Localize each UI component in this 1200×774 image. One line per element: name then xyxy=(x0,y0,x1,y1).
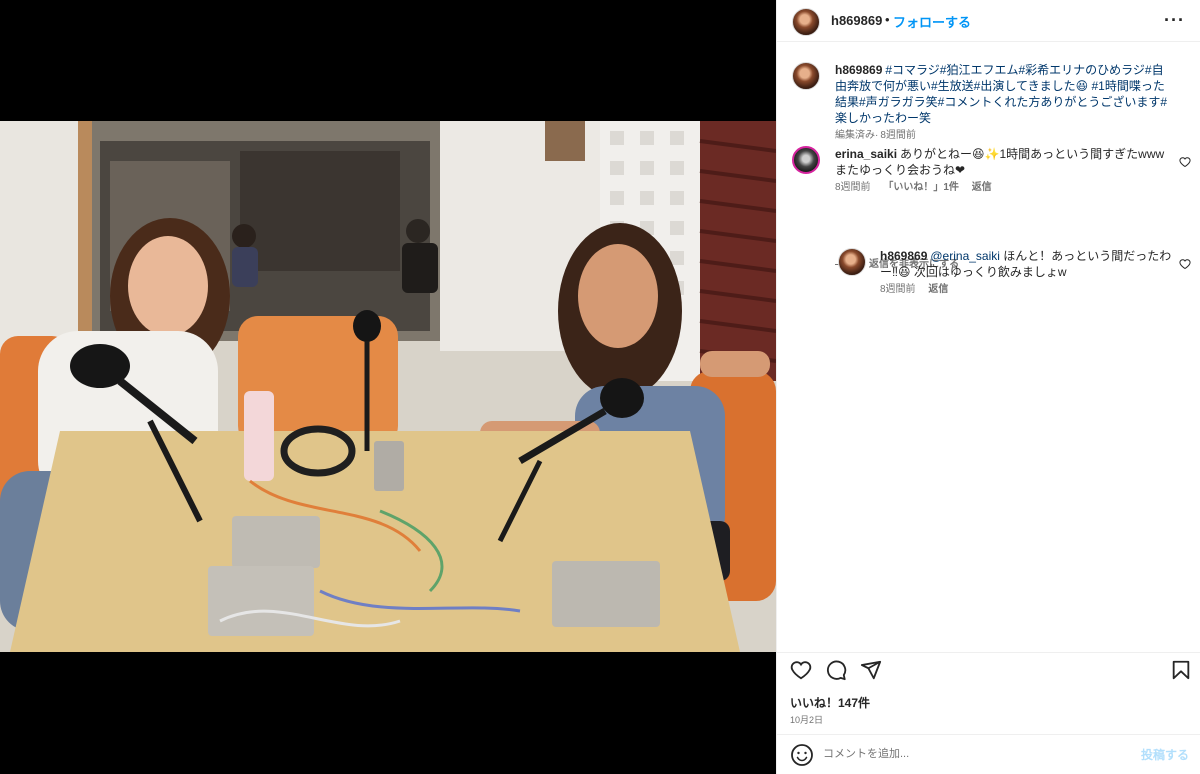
comments-list[interactable]: h869869 #コマラジ#狛江エフエム#彩希エリナのひめラジ#自由奔放で何が悪い… xyxy=(777,42,1200,642)
comment-like-heart-icon[interactable] xyxy=(1179,156,1191,168)
comment-body: erina_saiki ありがとねー😆✨1時間あっという間すぎたwwwまたゆっくり… xyxy=(835,146,1173,194)
comment-bubble-icon[interactable] xyxy=(825,659,847,681)
author-avatar[interactable] xyxy=(792,8,820,36)
caption-sep: · xyxy=(875,130,879,141)
comment-reply-button[interactable]: 返信 xyxy=(972,182,992,193)
caption-avatar[interactable] xyxy=(792,62,820,90)
reply-avatar[interactable] xyxy=(838,248,866,276)
comment-composer: 投稿する xyxy=(777,734,1200,774)
commenter-avatar[interactable] xyxy=(792,146,820,174)
reply-username[interactable]: h869869 xyxy=(880,249,927,263)
paper-plane-icon[interactable] xyxy=(860,659,882,681)
edited-label: 編集済み xyxy=(835,130,875,141)
post-photo[interactable] xyxy=(0,121,776,652)
instagram-post-modal: h869869 • フォローする ··· h869869 #コマラジ#狛江エフエム… xyxy=(0,0,1200,774)
radio-studio-photo xyxy=(0,121,776,652)
reply-body: h869869 @erina_saiki ほんと！あっという間だったわー‼😆 次回… xyxy=(880,248,1173,296)
post-side-panel: h869869 • フォローする ··· h869869 #コマラジ#狛江エフエム… xyxy=(776,0,1200,774)
comment-likes[interactable]: 「いいね！」1件 xyxy=(883,182,959,193)
caption-meta: 編集済み· 8週間前 xyxy=(835,130,1173,142)
caption-text[interactable]: #コマラジ#狛江エフエム#彩希エリナのひめラジ#自由奔放で何が悪い#生放送#出演… xyxy=(835,63,1167,125)
comment-meta: 8週間前 「いいね！」1件 返信 xyxy=(835,182,1173,194)
comment-username[interactable]: erina_saiki xyxy=(835,147,897,161)
post-date[interactable]: 10月2日 xyxy=(790,713,823,726)
like-heart-icon[interactable] xyxy=(790,659,812,681)
caption-time[interactable]: 8週間前 xyxy=(880,130,916,141)
bookmark-icon[interactable] xyxy=(1170,659,1192,681)
likes-count[interactable]: いいね！147件 xyxy=(790,694,870,711)
reply-reply-button[interactable]: 返信 xyxy=(928,284,948,295)
comment-time[interactable]: 8週間前 xyxy=(835,182,871,193)
follow-button[interactable]: フォローする xyxy=(893,12,971,31)
post-comment-button[interactable]: 投稿する xyxy=(1141,746,1189,763)
caption-body: h869869 #コマラジ#狛江エフエム#彩希エリナのひめラジ#自由奔放で何が悪い… xyxy=(835,62,1173,142)
caption-username[interactable]: h869869 xyxy=(835,63,882,77)
reply-like-heart-icon[interactable] xyxy=(1179,258,1191,270)
author-username[interactable]: h869869 xyxy=(831,13,882,28)
reply-mention[interactable]: @erina_saiki xyxy=(930,249,1000,263)
reply-meta: 8週間前 返信 xyxy=(880,284,1173,296)
separator-dot: • xyxy=(885,12,890,27)
reply-time[interactable]: 8週間前 xyxy=(880,284,916,295)
post-header: h869869 • フォローする ··· xyxy=(777,0,1200,42)
smiley-icon[interactable] xyxy=(790,743,814,767)
post-actions: いいね！147件 10月2日 xyxy=(777,652,1200,736)
more-options-icon[interactable]: ··· xyxy=(1164,10,1185,31)
media-pane xyxy=(0,0,776,774)
comment-input[interactable] xyxy=(823,743,1123,765)
